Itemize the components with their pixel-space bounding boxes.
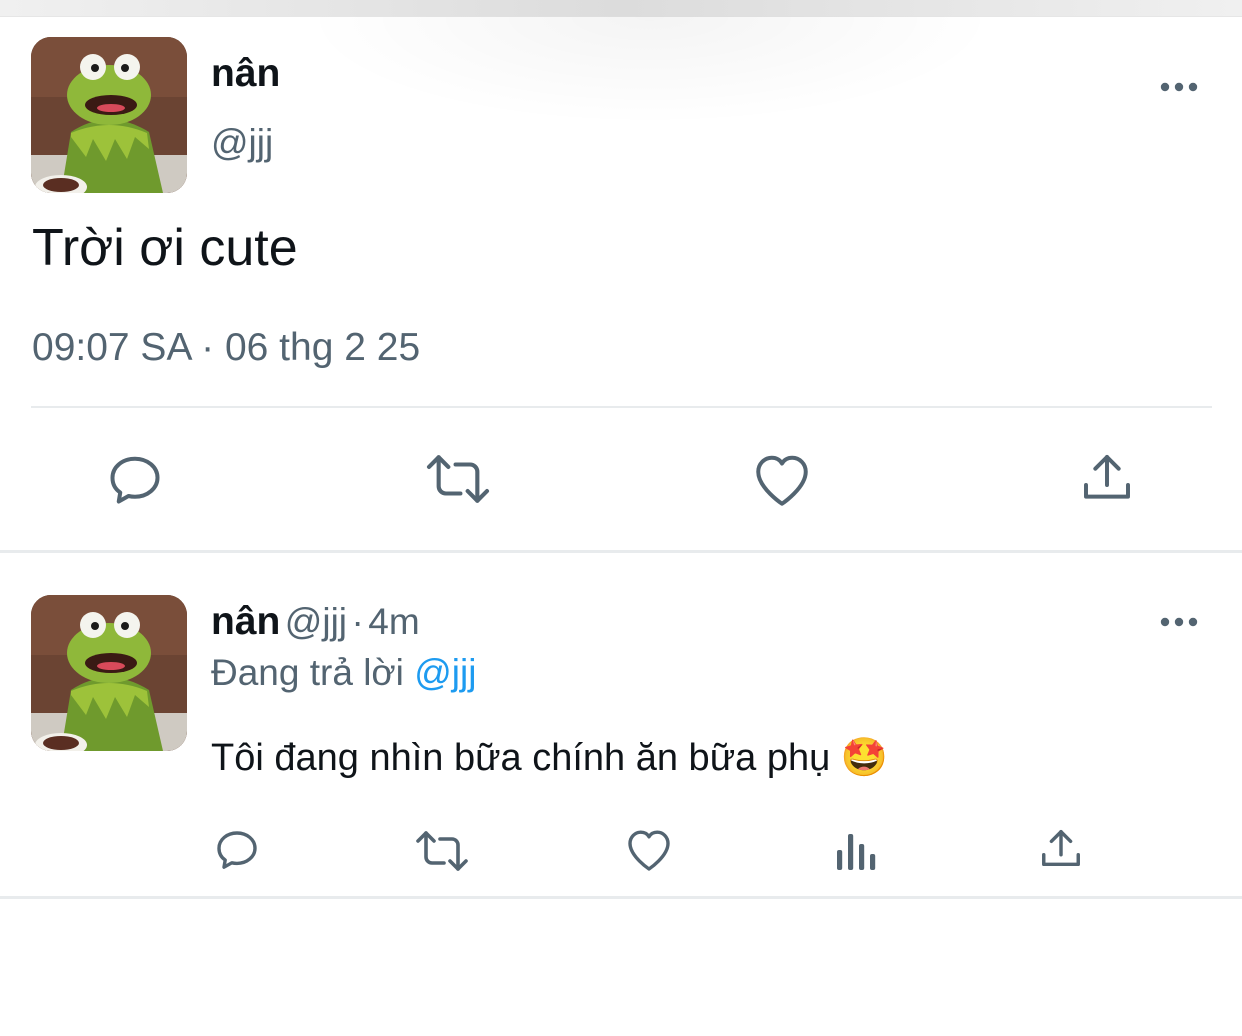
kermit-avatar-image — [31, 595, 187, 751]
like-icon[interactable] — [752, 451, 812, 509]
user-handle[interactable]: @jjj — [285, 601, 347, 642]
share-icon[interactable] — [1079, 450, 1135, 506]
avatar[interactable] — [31, 37, 187, 193]
star-struck-emoji: 🤩 — [840, 737, 889, 779]
top-shade — [0, 0, 1242, 126]
reply-text-row: Tôi đang nhìn bữa chính ăn bữa phụ 🤩 — [211, 736, 888, 780]
like-icon[interactable] — [625, 827, 673, 873]
retweet-icon[interactable] — [424, 450, 492, 508]
tweet-separator — [0, 550, 1242, 553]
display-name[interactable]: nân — [211, 52, 280, 96]
share-icon[interactable] — [1038, 826, 1084, 872]
reply-header: nân @jjj · 4m — [211, 600, 420, 644]
retweet-icon[interactable] — [414, 827, 470, 875]
avatar[interactable] — [31, 595, 187, 751]
reply-icon[interactable] — [105, 450, 165, 510]
post-age[interactable]: 4m — [368, 601, 419, 642]
views-icon[interactable] — [834, 828, 878, 872]
tweet-text: Trời ơi cute — [32, 219, 298, 277]
replying-to-line: Đang trả lời @jjj — [211, 652, 476, 694]
kermit-avatar-image — [31, 37, 187, 193]
separator-dot: · — [351, 601, 364, 642]
divider — [31, 406, 1212, 408]
reply-icon[interactable] — [213, 826, 261, 874]
tweet-timestamp[interactable]: 09:07 SA · 06 thg 2 25 — [32, 326, 420, 370]
user-handle[interactable]: @jjj — [211, 122, 273, 164]
replying-to-label: Đang trả lời — [211, 652, 404, 693]
more-icon[interactable] — [1159, 614, 1199, 630]
tweet-separator — [0, 896, 1242, 899]
tweet-text: Tôi đang nhìn bữa chính ăn bữa phụ — [211, 737, 831, 779]
more-icon[interactable] — [1159, 79, 1199, 95]
display-name[interactable]: nân — [211, 600, 280, 643]
replying-to-link[interactable]: @jjj — [414, 652, 476, 693]
